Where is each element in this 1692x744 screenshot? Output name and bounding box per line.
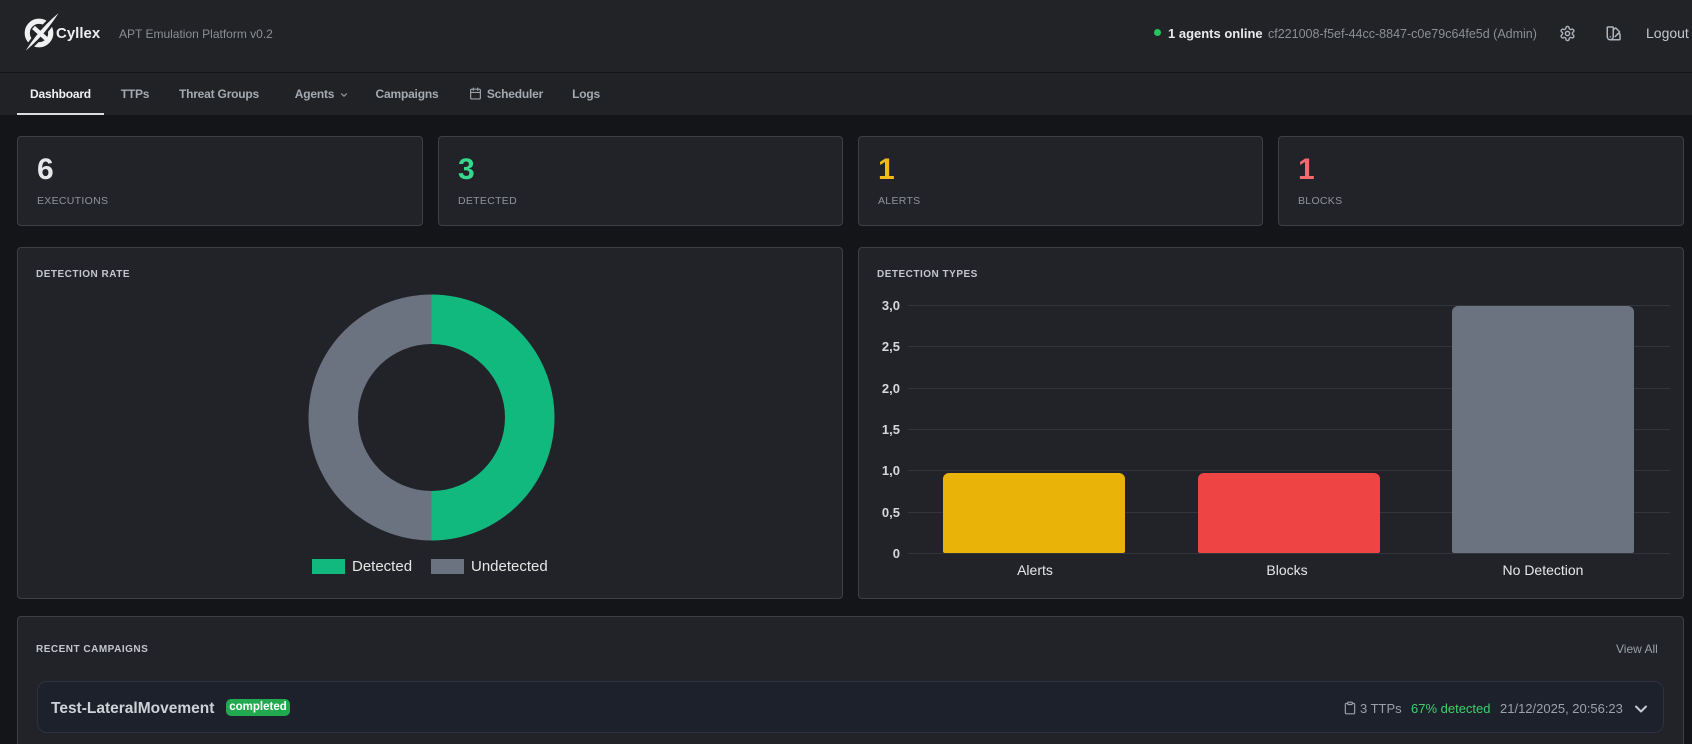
svg-text:3,0: 3,0 [882, 298, 900, 313]
svg-text:No Detection: No Detection [1503, 562, 1584, 578]
svg-text:2,5: 2,5 [882, 339, 900, 354]
svg-text:1,0: 1,0 [882, 463, 900, 478]
svg-text:1,5: 1,5 [882, 422, 900, 437]
svg-text:Alerts: Alerts [1017, 562, 1053, 578]
svg-text:0: 0 [893, 546, 900, 561]
svg-text:2,0: 2,0 [882, 381, 900, 396]
svg-text:0,5: 0,5 [882, 505, 900, 520]
svg-text:Blocks: Blocks [1266, 562, 1307, 578]
